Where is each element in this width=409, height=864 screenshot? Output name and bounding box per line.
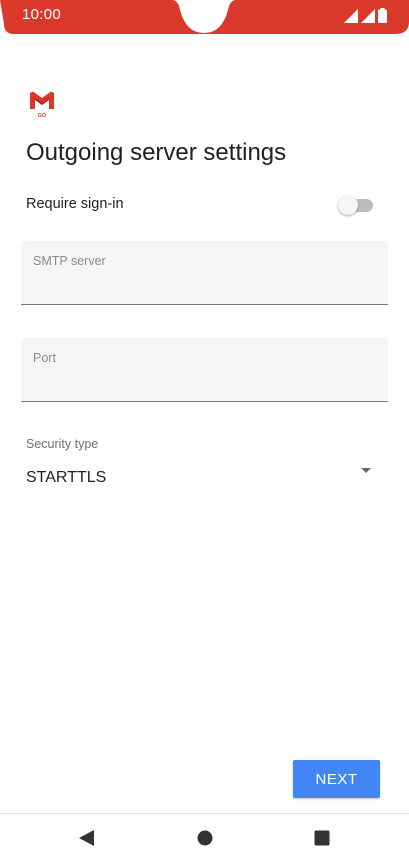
- security-type-value: STARTTLS: [26, 469, 107, 486]
- security-type-label: Security type: [26, 437, 99, 451]
- port-input[interactable]: [33, 370, 373, 394]
- recents-square-icon[interactable]: [310, 828, 334, 848]
- home-circle-icon[interactable]: [193, 828, 217, 848]
- cell-signal-icon: [361, 9, 375, 23]
- navigation-bar: [0, 814, 409, 864]
- smtp-server-input[interactable]: [33, 273, 373, 297]
- require-signin-switch[interactable]: [338, 194, 374, 216]
- next-button[interactable]: NEXT: [293, 760, 380, 798]
- wifi-signal-icon: [344, 9, 358, 23]
- port-label: Port: [33, 351, 56, 365]
- security-type-dropdown[interactable]: STARTTLS: [21, 460, 388, 496]
- status-bar: 10:00: [0, 0, 409, 34]
- dropdown-arrow-icon: [361, 468, 371, 473]
- gmail-m-icon: GO: [30, 91, 54, 119]
- smtp-server-label: SMTP server: [33, 254, 106, 268]
- battery-icon: [378, 8, 387, 23]
- page-title: Outgoing server settings: [26, 139, 287, 166]
- smtp-server-field[interactable]: SMTP server: [21, 241, 388, 305]
- gmail-go-logo: GO: [29, 90, 55, 119]
- back-triangle-icon[interactable]: [75, 828, 99, 848]
- status-time: 10:00: [22, 6, 62, 23]
- logo-go-text: GO: [38, 113, 47, 118]
- status-icons: [344, 8, 387, 23]
- require-signin-label: Require sign-in: [26, 196, 124, 212]
- switch-thumb: [338, 195, 358, 215]
- port-field[interactable]: Port: [21, 338, 388, 402]
